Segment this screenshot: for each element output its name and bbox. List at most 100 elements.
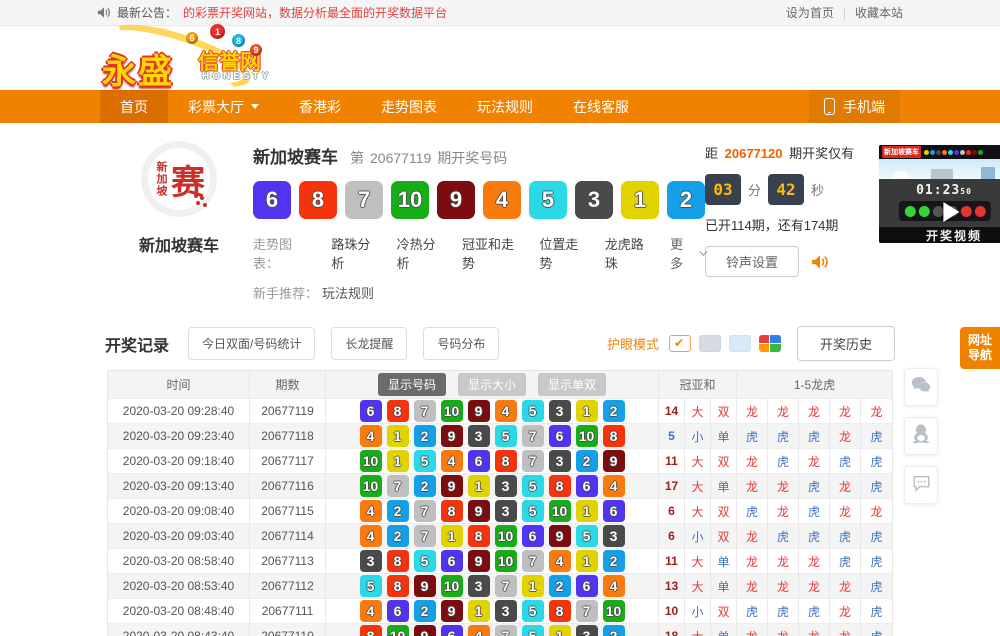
- cell-dragon-tiger: 龙: [861, 499, 892, 523]
- next-issue-number: 20677120: [725, 146, 783, 161]
- cell-dragon-tiger: 虎: [768, 424, 799, 448]
- cell-big-small: 大: [685, 574, 711, 598]
- table-row: 2020-03-20 08:43:40206771108109647513218…: [108, 623, 892, 636]
- nav-item[interactable]: 走势图表: [361, 90, 457, 123]
- sound-on-icon[interactable]: [811, 254, 829, 270]
- cell-time: 2020-03-20 08:58:40: [108, 549, 250, 573]
- qq-icon: [912, 423, 930, 449]
- lottery-ball: 6: [576, 575, 598, 597]
- record-action-button[interactable]: 今日双面/号码统计: [188, 327, 315, 360]
- nav-item[interactable]: 香港彩: [279, 90, 361, 123]
- cell-issue: 20677116: [250, 474, 326, 498]
- display-toggle-button[interactable]: 显示号码: [378, 373, 446, 396]
- column-header-time: 时间: [108, 371, 250, 398]
- record-action-button[interactable]: 长龙提醒: [331, 327, 407, 360]
- lottery-ball: 6: [253, 181, 291, 219]
- set-home-link[interactable]: 设为首页: [786, 4, 834, 21]
- lottery-ball: 4: [603, 475, 625, 497]
- lottery-ball: 6: [441, 625, 463, 636]
- nav-item[interactable]: 玩法规则: [457, 90, 553, 123]
- cell-time: 2020-03-20 09:13:40: [108, 474, 250, 498]
- wechat-floater[interactable]: [904, 368, 938, 406]
- cell-sum: 5: [659, 424, 685, 448]
- lottery-ball: 2: [603, 400, 625, 422]
- eye-mode-swatch-blue[interactable]: [729, 335, 751, 352]
- trend-link[interactable]: 路珠分析: [331, 234, 379, 272]
- cell-dragon-tiger: 虎: [768, 449, 799, 473]
- lottery-ball: 8: [468, 525, 490, 547]
- message-floater[interactable]: [904, 466, 938, 504]
- cell-numbers: 68710945312: [326, 399, 659, 423]
- cell-dragon-tiger: 虎: [799, 599, 830, 623]
- eye-mode-swatch-gray[interactable]: [699, 335, 721, 352]
- cell-sum: 10: [659, 599, 685, 623]
- cell-dragon-tiger: 虎: [768, 524, 799, 548]
- display-buttons: 显示号码显示大小显示单双: [326, 371, 659, 398]
- eye-mode-swatch-white[interactable]: [669, 335, 691, 352]
- lottery-ball: 7: [414, 400, 436, 422]
- cell-big-small: 大: [685, 449, 711, 473]
- lottery-hero: 新加坡 赛 新加坡赛车 新加坡赛车 第 20677119 期开奖号码 68710…: [105, 123, 895, 314]
- lottery-ball: 9: [441, 475, 463, 497]
- cell-dragon-tiger: 虎: [861, 424, 892, 448]
- display-toggle-button[interactable]: 显示大小: [458, 373, 526, 396]
- lottery-ball: 8: [387, 550, 409, 572]
- lottery-ball: 3: [549, 450, 571, 472]
- lottery-ball: 5: [529, 181, 567, 219]
- history-button[interactable]: 开奖历史: [797, 326, 895, 361]
- cell-time: 2020-03-20 09:03:40: [108, 524, 250, 548]
- records-toolbar: 开奖记录 今日双面/号码统计长龙提醒号码分布 护眼模式 开奖历史: [105, 326, 895, 361]
- lottery-ball: 2: [414, 475, 436, 497]
- lottery-ball: 2: [387, 525, 409, 547]
- draw-video-thumbnail[interactable]: 新加坡赛车 01:2350 开奖视频: [879, 145, 1000, 243]
- nav-item[interactable]: 在线客服: [553, 90, 649, 123]
- cell-numbers: 38569107412: [326, 549, 659, 573]
- display-toggle-button[interactable]: 显示单双: [538, 373, 606, 396]
- cell-big-small: 小: [685, 599, 711, 623]
- trend-link[interactable]: 冷热分析: [397, 234, 445, 272]
- nav-item[interactable]: 首页: [100, 90, 168, 123]
- cell-dragon-tiger: 龙: [830, 399, 861, 423]
- draw-title-name: 新加坡赛车: [253, 143, 338, 168]
- more-link[interactable]: 更多: [670, 234, 705, 272]
- bell-settings-button[interactable]: 铃声设置: [705, 246, 799, 277]
- cell-numbers: 42718106953: [326, 524, 659, 548]
- lottery-ball: 7: [387, 475, 409, 497]
- lottery-ball: 8: [549, 600, 571, 622]
- cell-dragon-tiger: 虎: [861, 624, 892, 636]
- favorite-link[interactable]: 收藏本站: [855, 4, 903, 21]
- results-table: 时间 期数 显示号码显示大小显示单双 冠亚和 1-5龙虎 2020-03-20 …: [107, 370, 893, 636]
- video-timer: 01:2350: [879, 183, 1000, 198]
- lottery-ball: 9: [414, 625, 436, 636]
- trend-link[interactable]: 位置走势: [539, 234, 587, 272]
- mobile-version-button[interactable]: 手机端: [809, 90, 900, 123]
- lottery-ball: 1: [549, 625, 571, 636]
- lottery-ball: 5: [576, 525, 598, 547]
- lottery-ball: 10: [360, 450, 382, 472]
- trend-link[interactable]: 龙虎路珠: [605, 234, 653, 272]
- record-action-button[interactable]: 号码分布: [423, 327, 499, 360]
- cell-dragon-tiger: 虎: [861, 549, 892, 573]
- cell-time: 2020-03-20 08:48:40: [108, 599, 250, 623]
- cell-dragon-tiger: 虎: [799, 499, 830, 523]
- nav-item[interactable]: 彩票大厅: [168, 90, 279, 123]
- lottery-ball: 4: [360, 500, 382, 522]
- cell-odd-even: 单: [711, 624, 737, 636]
- cell-dragon-tiger: 龙: [830, 474, 861, 498]
- lottery-ball: 9: [441, 425, 463, 447]
- countdown-prefix: 距: [705, 146, 718, 161]
- play-icon[interactable]: [943, 202, 959, 222]
- trend-link[interactable]: 冠亚和走势: [462, 234, 522, 272]
- cell-dragon-tiger: 虎: [799, 474, 830, 498]
- lottery-ball: 1: [387, 425, 409, 447]
- site-nav-floater[interactable]: 网址 导航: [960, 327, 1000, 369]
- countdown-seconds: 42: [768, 174, 804, 205]
- qq-floater[interactable]: [904, 417, 938, 455]
- cell-issue: 20677115: [250, 499, 326, 523]
- cell-dragon-tiger: 龙: [830, 574, 861, 598]
- rules-link[interactable]: 玩法规则: [322, 283, 374, 302]
- cell-time: 2020-03-20 09:23:40: [108, 424, 250, 448]
- lottery-ball: 3: [468, 575, 490, 597]
- eye-mode-swatch-colorful[interactable]: [759, 335, 781, 352]
- logo-ball: 6: [186, 32, 198, 44]
